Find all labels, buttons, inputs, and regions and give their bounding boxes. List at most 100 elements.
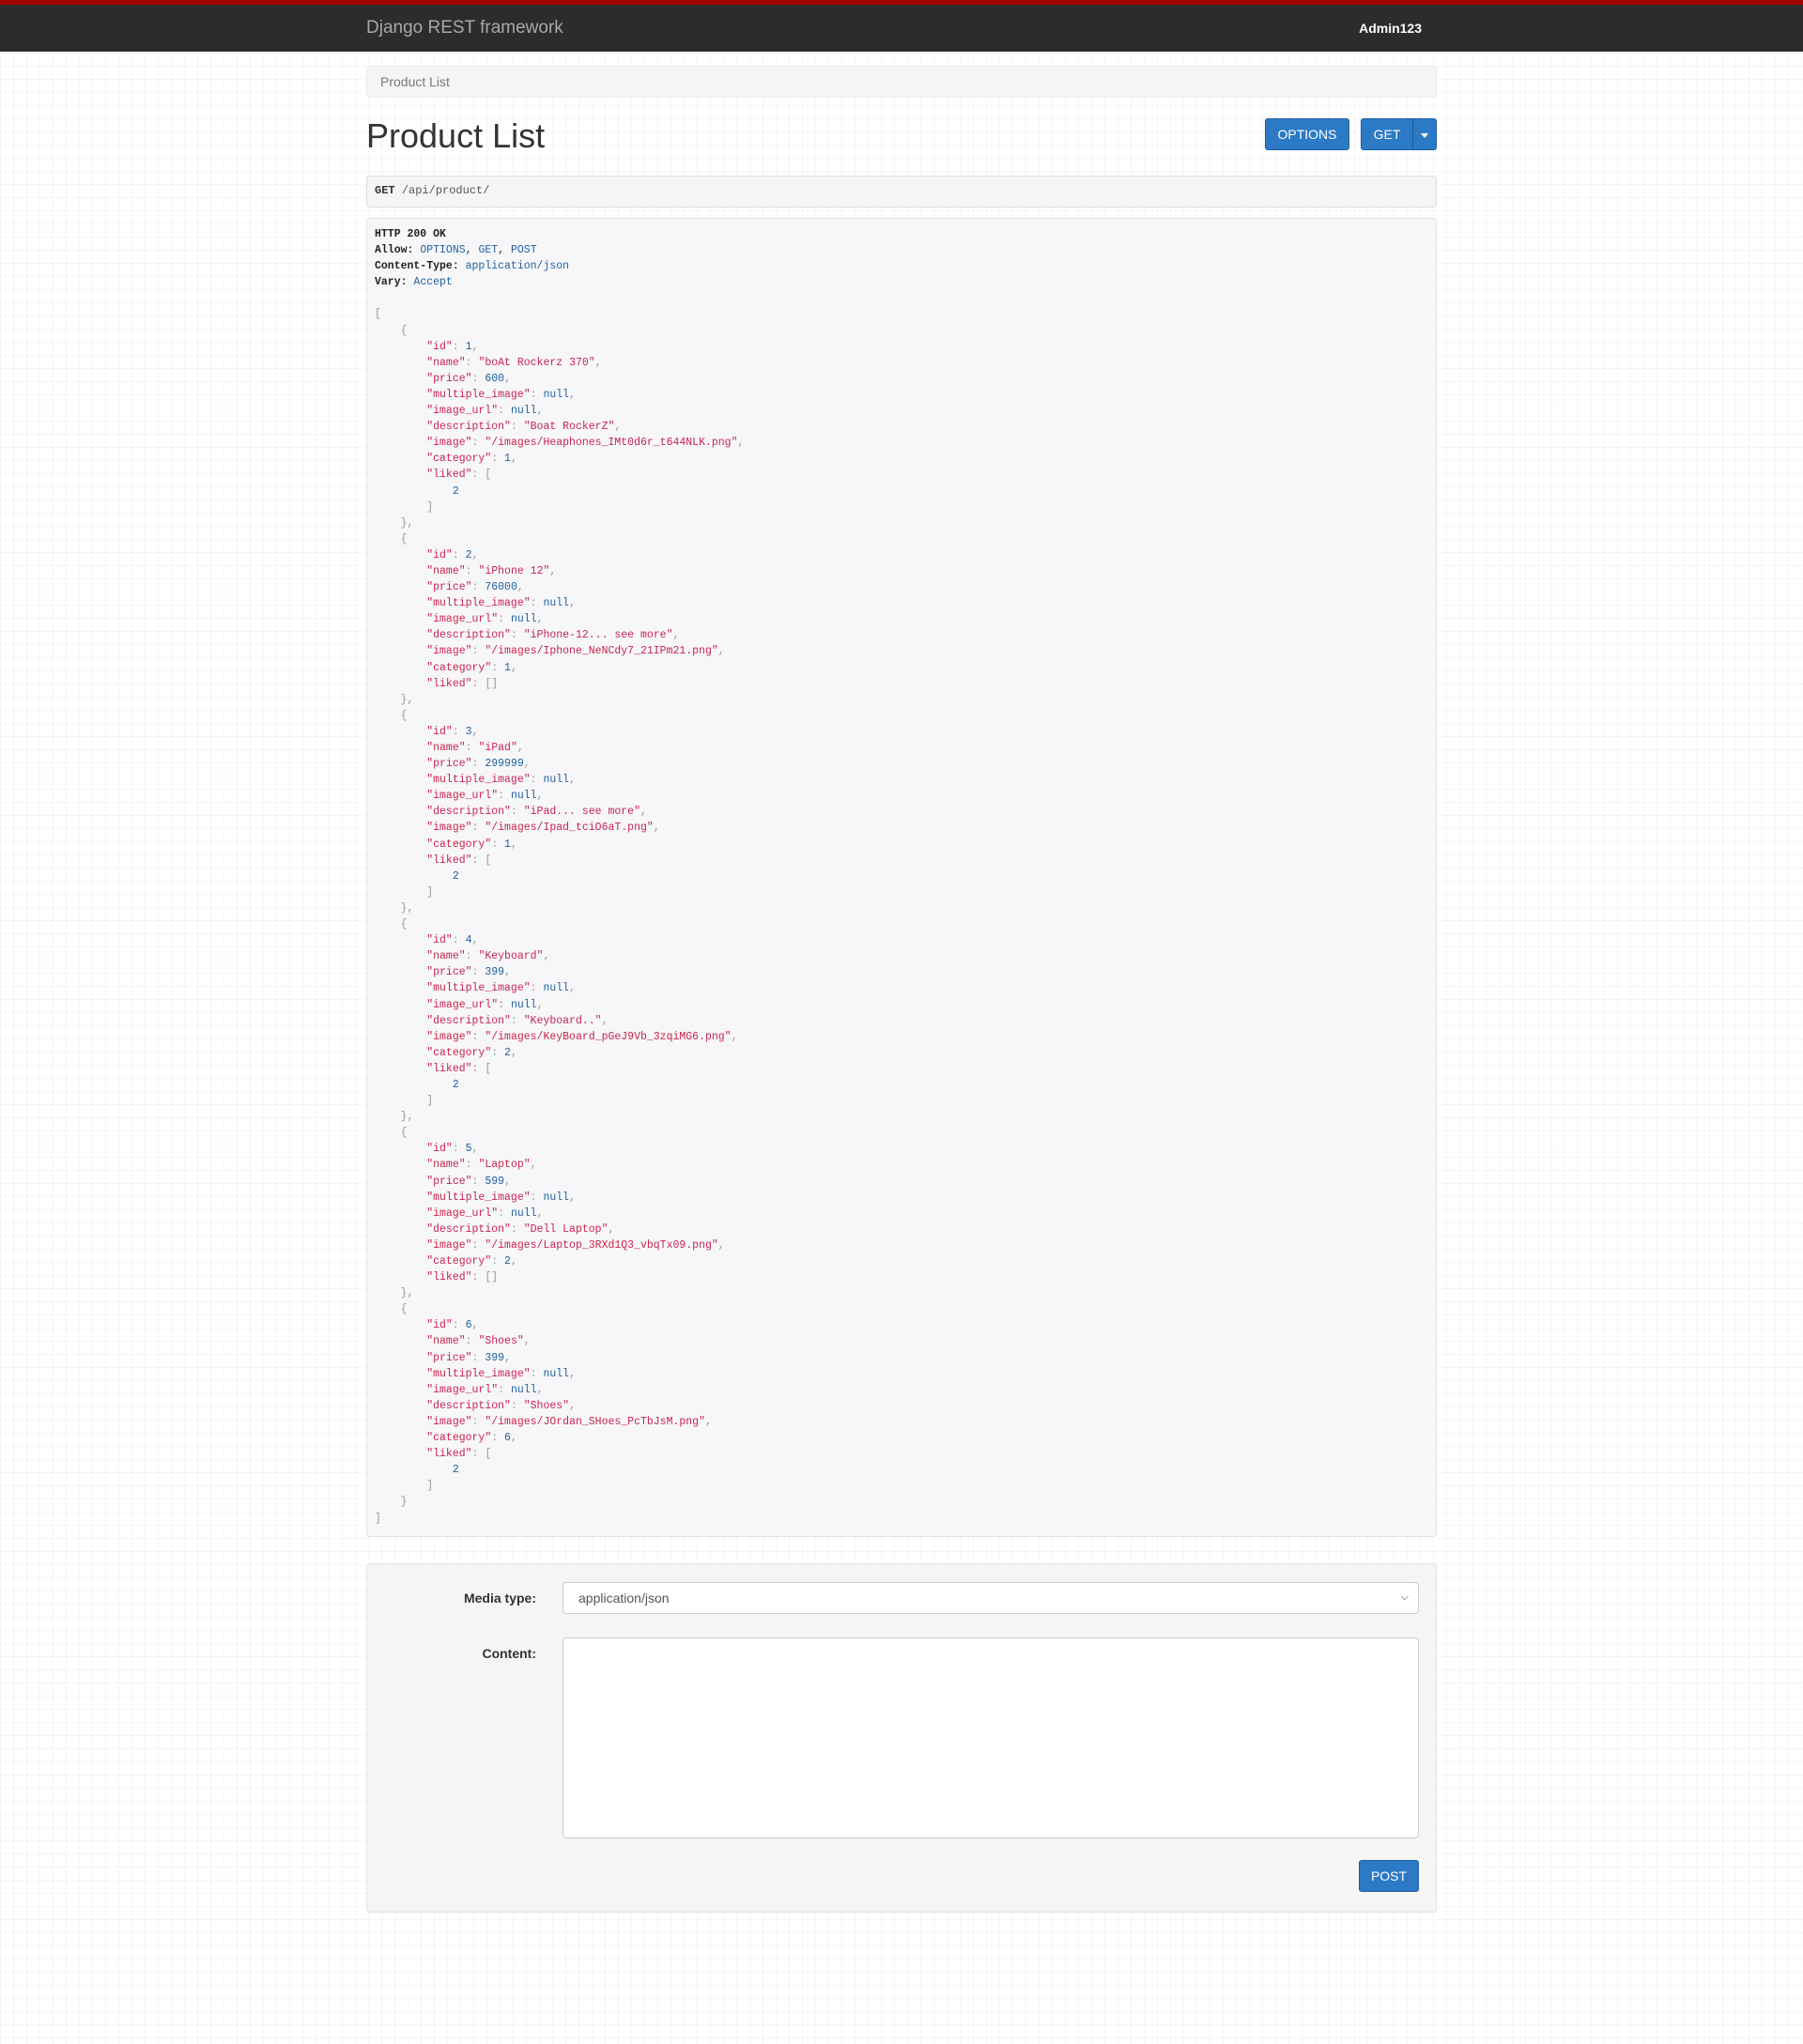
json-key: "image_url": [426, 1383, 499, 1396]
json-comma: ,: [737, 437, 745, 450]
json-comma: ,: [717, 645, 725, 658]
json-string: "iPad... see more": [523, 806, 640, 819]
json-key: "multiple_image": [426, 774, 531, 787]
json-key: "multiple_image": [426, 597, 531, 610]
breadcrumb: Product List: [366, 66, 1437, 98]
json-colon: :: [471, 645, 485, 658]
json-colon: :: [452, 1143, 466, 1156]
post-button[interactable]: POST: [1359, 1860, 1419, 1892]
json-null: null: [510, 1383, 537, 1396]
json-null: null: [543, 982, 570, 995]
json-key: "name": [426, 356, 466, 369]
json-number: 299999: [485, 758, 524, 771]
json-colon: :: [465, 950, 479, 963]
allowed-method-link: OPTIONS: [420, 244, 466, 257]
json-comma: ,: [731, 1030, 738, 1043]
json-key: "description": [426, 421, 511, 434]
json-key: "image": [426, 1030, 472, 1043]
json-colon: :: [498, 998, 511, 1011]
json-colon: :: [530, 1367, 544, 1380]
breadcrumb-item-product-list[interactable]: Product List: [380, 74, 450, 89]
json-colon: :: [471, 853, 485, 867]
main-content: Product List Product List OPTIONS GET GE…: [366, 66, 1437, 1913]
json-colon: :: [452, 1319, 466, 1332]
json-string: "Dell Laptop": [523, 1222, 609, 1236]
json-bracket: ]: [426, 500, 434, 514]
json-colon: :: [491, 1255, 505, 1268]
json-string: "boAt Rockerz 370": [478, 356, 595, 369]
json-colon: :: [471, 1062, 485, 1075]
json-brace: },: [400, 1287, 414, 1300]
json-key: "image": [426, 822, 472, 835]
json-colon: :: [465, 356, 479, 369]
json-colon: :: [471, 1030, 485, 1043]
json-colon: :: [471, 372, 485, 385]
json-key: "image_url": [426, 613, 499, 626]
json-comma: ,: [653, 822, 660, 835]
json-key: "liked": [426, 677, 472, 690]
user-menu[interactable]: Admin123: [1359, 21, 1422, 36]
json-key: "category": [426, 838, 492, 851]
json-comma: ,: [569, 597, 576, 610]
json-key: "multiple_image": [426, 1191, 531, 1204]
response-header-key: Content-Type:: [375, 260, 459, 273]
json-comma: ,: [510, 661, 517, 674]
json-key: "image_url": [426, 1206, 499, 1220]
json-string: "Keyboard..": [523, 1014, 602, 1027]
json-number: 2: [452, 869, 459, 883]
json-comma: ,: [504, 1351, 511, 1364]
navbar: Django REST framework Admin123: [0, 0, 1803, 52]
json-colon: :: [471, 758, 485, 771]
json-colon: :: [452, 548, 466, 561]
json-number: 599: [485, 1175, 505, 1188]
json-string: "iPad": [478, 742, 517, 754]
json-colon: :: [471, 469, 485, 482]
get-button[interactable]: GET: [1361, 118, 1413, 150]
get-format-dropdown-toggle[interactable]: [1412, 118, 1437, 150]
json-key: "id": [426, 340, 453, 353]
json-colon: :: [471, 437, 485, 450]
json-colon: :: [510, 806, 524, 819]
json-colon: :: [510, 1014, 524, 1027]
json-colon: :: [530, 388, 544, 401]
json-comma: ,: [569, 1399, 576, 1412]
json-key: "name": [426, 1159, 466, 1172]
json-key: "name": [426, 950, 466, 963]
json-colon: :: [452, 725, 466, 738]
json-comma: ,: [516, 581, 524, 594]
json-key: "liked": [426, 853, 472, 867]
json-comma: ,: [608, 1222, 615, 1236]
json-comma: ,: [672, 629, 680, 642]
json-key: "description": [426, 1014, 511, 1027]
json-null: null: [543, 1191, 570, 1204]
json-bracket: ]: [375, 1512, 381, 1525]
json-number: 6: [465, 1319, 472, 1332]
json-colon: :: [491, 1432, 505, 1445]
json-number: 1: [504, 838, 511, 851]
json-brace: },: [400, 1111, 414, 1124]
media-type-select[interactable]: application/json ⌵: [562, 1582, 1419, 1614]
json-brace: {: [400, 1127, 408, 1140]
brand-link[interactable]: Django REST framework: [366, 18, 563, 38]
json-number: 4: [465, 934, 472, 947]
json-comma: ,: [640, 806, 647, 819]
json-key: "category": [426, 453, 492, 466]
allowed-method-link: GET: [478, 244, 499, 257]
json-comma: ,: [504, 372, 511, 385]
json-bracket: ]: [426, 885, 434, 899]
json-key: "description": [426, 1222, 511, 1236]
json-key: "image": [426, 1415, 472, 1428]
content-textarea[interactable]: [562, 1637, 1419, 1838]
json-null: null: [543, 597, 570, 610]
json-colon: :: [491, 661, 505, 674]
json-comma: ,: [543, 950, 550, 963]
json-comma: ,: [569, 1367, 576, 1380]
response-header-key: Vary:: [375, 276, 408, 289]
json-comma: ,: [594, 356, 602, 369]
json-colon: :: [498, 405, 511, 418]
json-comma: ,: [471, 1319, 479, 1332]
options-button[interactable]: OPTIONS: [1265, 118, 1349, 150]
json-number: 1: [504, 661, 511, 674]
json-comma: ,: [471, 340, 479, 353]
json-key: "category": [426, 1255, 492, 1268]
